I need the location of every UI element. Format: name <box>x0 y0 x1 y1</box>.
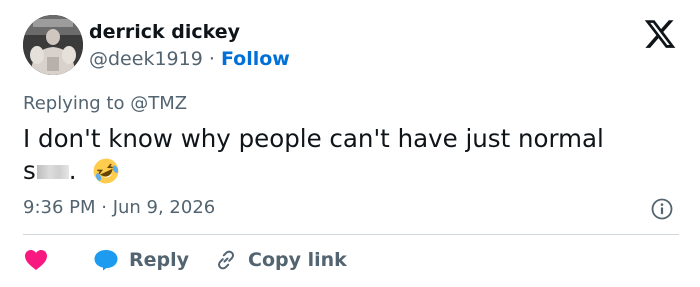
copy-link-label: Copy link <box>248 249 347 271</box>
divider <box>23 234 679 235</box>
copy-link-button[interactable]: Copy link <box>214 246 347 274</box>
laughing-emoji-icon <box>93 158 119 184</box>
tweet-timestamp[interactable]: 9:36 PM · Jun 9, 2026 <box>23 197 215 218</box>
heart-icon <box>25 250 47 270</box>
avatar-image <box>23 15 83 75</box>
author-handle-line: @deek1919 · Follow <box>89 48 290 70</box>
author-handle[interactable]: @deek1919 <box>89 48 203 70</box>
follow-button[interactable]: Follow <box>221 48 290 70</box>
link-icon <box>218 250 234 270</box>
replying-to-line: Replying to @TMZ <box>23 93 187 114</box>
info-icon[interactable] <box>650 197 674 221</box>
reply-bubble-icon <box>94 250 118 271</box>
tweet-text-end: . <box>68 156 77 185</box>
reply-button[interactable]: Reply <box>93 246 189 274</box>
replying-to-handle[interactable]: @TMZ <box>130 93 187 114</box>
censor-block <box>36 165 69 179</box>
x-logo-icon[interactable] <box>643 17 677 51</box>
tweet-text-censored-start: s <box>23 156 36 185</box>
replying-to-label: Replying to <box>23 93 125 114</box>
author-name[interactable]: derrick dickey <box>89 21 240 43</box>
tweet-text: I don't know why people can't have just … <box>23 123 663 187</box>
avatar[interactable] <box>23 15 83 75</box>
reply-label: Reply <box>129 249 190 271</box>
like-button[interactable] <box>24 246 48 274</box>
tweet-text-main: I don't know why people can't have just … <box>23 124 604 153</box>
handle-separator: · <box>208 48 215 70</box>
